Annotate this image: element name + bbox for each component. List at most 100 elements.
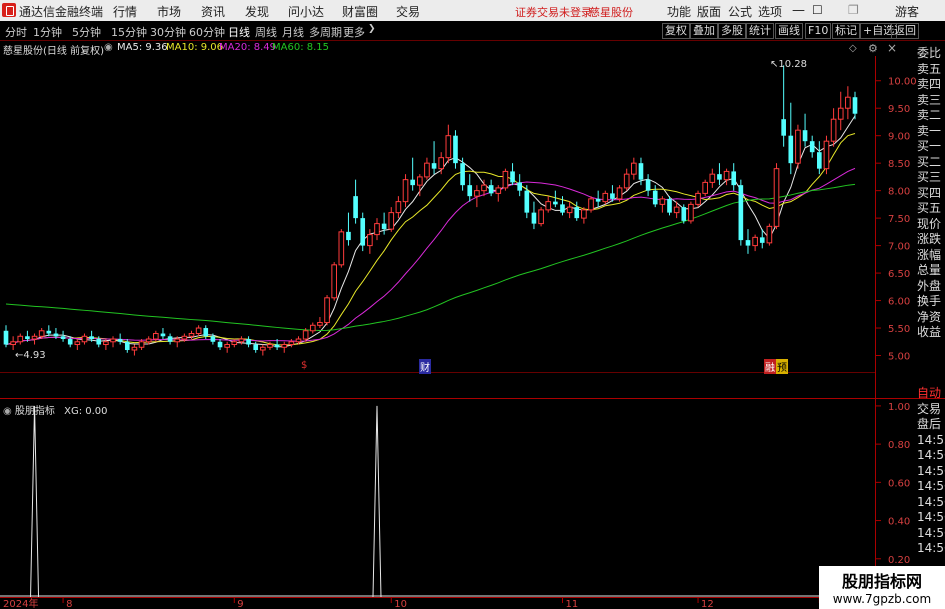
watermark-title: 股朋指标网 bbox=[841, 572, 922, 591]
x-tick-label: 8 bbox=[66, 599, 72, 609]
side-time-5: 14:56 bbox=[917, 494, 945, 509]
candle-body bbox=[424, 162, 430, 178]
candle-body bbox=[174, 338, 181, 343]
candle-body bbox=[738, 185, 744, 241]
indicator-settings-icon[interactable]: ◉ bbox=[3, 406, 12, 417]
candle-body bbox=[481, 184, 487, 192]
side-label-buy3: 买三 bbox=[917, 170, 942, 184]
candle-body bbox=[267, 344, 273, 348]
candle-body bbox=[274, 344, 280, 348]
candle-body bbox=[210, 336, 216, 342]
candle-body bbox=[167, 336, 173, 342]
side-label-netasset: 净资 bbox=[917, 309, 942, 324]
candle-body bbox=[702, 181, 708, 194]
indicator-tick-label: 0.60 bbox=[888, 478, 910, 489]
side-label-sell5: 卖五 bbox=[917, 61, 942, 76]
candle-body bbox=[60, 336, 66, 340]
candle-body bbox=[681, 207, 687, 221]
event-marker-forecast[interactable]: 预 bbox=[776, 359, 788, 374]
candle-body bbox=[331, 264, 338, 299]
candle-body bbox=[823, 140, 830, 170]
candle-body bbox=[302, 330, 309, 340]
candle-body bbox=[553, 201, 558, 205]
event-marker-dollar[interactable]: $ bbox=[301, 360, 307, 371]
ma10-line bbox=[5, 133, 856, 346]
price-tick-label: 6.00 bbox=[888, 297, 910, 308]
price-tick-label: 9.50 bbox=[888, 104, 910, 115]
side-label-buy2: 买二 bbox=[917, 154, 942, 169]
candle-body bbox=[845, 96, 851, 109]
side-label-sell3: 卖三 bbox=[917, 92, 942, 107]
candle-body bbox=[353, 196, 358, 219]
price-tick-label: 6.50 bbox=[888, 269, 910, 280]
side-auto-trade[interactable]: 自动 bbox=[917, 386, 945, 402]
candle-body bbox=[89, 336, 94, 340]
price-tick-label: 9.00 bbox=[888, 132, 910, 143]
candle-body bbox=[188, 333, 195, 337]
candle-body bbox=[538, 209, 544, 225]
candle-body bbox=[388, 212, 395, 230]
candle-body bbox=[346, 231, 351, 241]
candle-body bbox=[253, 344, 259, 351]
candle-body bbox=[488, 185, 494, 194]
indicator-header: ◉ 股朋指标 XG: 0.00 bbox=[3, 402, 108, 417]
candle-body bbox=[467, 185, 473, 197]
kline-chart[interactable]: 10.00 9.50 9.00 8.50 8.00 7.50 7.00 6.50 6.00 5.5… bbox=[0, 0, 945, 609]
side-label-volume: 总量 bbox=[917, 263, 942, 277]
candle-body bbox=[717, 174, 722, 180]
candle-body bbox=[324, 297, 330, 324]
candle-body bbox=[317, 322, 323, 326]
event-marker-finance[interactable]: 财 bbox=[419, 359, 431, 374]
candle-body bbox=[10, 341, 16, 346]
candle-body bbox=[203, 328, 209, 337]
candle-body bbox=[574, 207, 580, 219]
ma20-line bbox=[5, 167, 856, 346]
indicator-tick-label: 1.00 bbox=[888, 402, 910, 413]
candle-body bbox=[781, 119, 786, 136]
candle-body bbox=[652, 190, 658, 205]
x-tick-label: 2024年 bbox=[3, 597, 38, 609]
candle-body bbox=[745, 240, 751, 246]
candle-body bbox=[145, 338, 152, 343]
candle-body bbox=[723, 170, 730, 181]
candle-body bbox=[502, 170, 509, 189]
candle-body bbox=[217, 341, 223, 348]
candle-body bbox=[531, 212, 537, 224]
candle-body bbox=[110, 338, 116, 343]
candle-body bbox=[38, 330, 45, 337]
candle-body bbox=[238, 338, 245, 343]
side-time-6: 14:56 bbox=[917, 510, 945, 524]
candle-body bbox=[246, 339, 251, 345]
candle-body bbox=[510, 171, 515, 183]
candle-body bbox=[124, 341, 130, 351]
candle-body bbox=[460, 163, 465, 186]
candle-body bbox=[81, 335, 88, 343]
side-label-weibi: 委比 bbox=[917, 46, 942, 60]
candle-body bbox=[117, 339, 123, 342]
candle-body bbox=[517, 182, 522, 191]
x-tick-label: 11 bbox=[565, 599, 578, 609]
candle-body bbox=[524, 190, 530, 213]
candle-body bbox=[667, 198, 672, 213]
side-time-4: 14:56 bbox=[917, 479, 945, 493]
candle-body bbox=[809, 141, 815, 153]
candle-body bbox=[566, 206, 573, 214]
candle-body bbox=[381, 223, 387, 230]
side-trade[interactable]: 交易 bbox=[917, 402, 945, 418]
side-label-sell2: 卖二 bbox=[917, 108, 942, 122]
candle-body bbox=[495, 187, 502, 194]
side-label-buy5: 买五 bbox=[917, 201, 942, 215]
candle-body bbox=[445, 135, 452, 159]
indicator-title[interactable]: 股朋指标 bbox=[15, 406, 55, 417]
side-label-price: 现价 bbox=[917, 216, 942, 231]
candle-body bbox=[374, 223, 380, 236]
price-tick-label: 8.50 bbox=[888, 159, 910, 170]
candle-body bbox=[181, 335, 188, 340]
candle-body bbox=[46, 330, 52, 334]
candle-body bbox=[581, 209, 587, 219]
candle-body bbox=[402, 179, 409, 203]
candle-body bbox=[759, 237, 765, 243]
event-marker-margin[interactable]: 融 bbox=[764, 359, 776, 374]
candle-body bbox=[560, 204, 565, 213]
candle-body bbox=[288, 341, 295, 346]
